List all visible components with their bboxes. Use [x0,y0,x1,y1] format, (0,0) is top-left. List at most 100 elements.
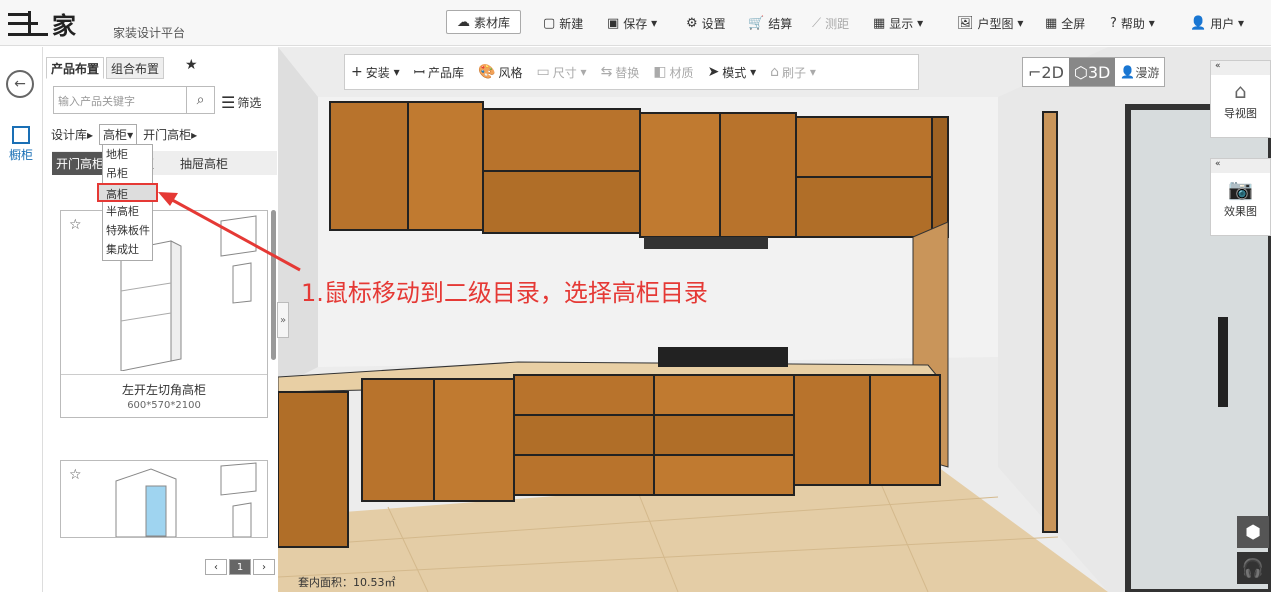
brush-button[interactable]: ⌂ 刷子 ▾ [770,64,816,81]
dropdown-item[interactable]: 吊柜 [103,164,152,183]
next-page-button[interactable]: › [253,559,275,575]
file-icon: ▢ [543,15,556,31]
ruler-icon: ⟋ [812,15,822,31]
new-button[interactable]: ▢ 新建 [543,12,583,34]
view-3d-button[interactable]: ⬡ 3D [1068,58,1116,86]
collapse-icon[interactable]: « [1211,61,1270,75]
product-name: 左开左切角高柜 [121,383,206,397]
material-icon: ◧ [653,64,667,80]
collapse-panel-button[interactable]: » [277,302,289,338]
size-button[interactable]: ▭ 尺寸 ▾ [536,64,586,81]
palette-icon: 🎨 [478,64,496,80]
subcat-door-tall[interactable]: 开门高柜 [52,151,109,175]
prev-page-button[interactable]: ‹ [205,559,227,575]
filter-button[interactable]: ☰ 筛选 [221,93,261,112]
floorplan-button[interactable]: 🖼 户型图 ▾ [957,12,1023,34]
chevron-down-icon: ▾ [647,16,658,30]
view-walk-button[interactable]: 👤 漫游 [1115,58,1164,86]
product-library-button[interactable]: ꟷ 产品库 [414,63,464,82]
nav-view-panel[interactable]: « ⌂ 导视图 [1210,60,1271,138]
top-toolbar: 家 家装设计平台 ☁ 素材库 ▢ 新建 ▣ 保存 ▾ ⚙ 设置 🛒 结算 ⟋ 测… [0,0,1271,46]
grid-icon: ▦ [873,15,886,31]
logo-mark-icon [8,7,48,39]
measure-label: 测距 [825,16,850,31]
replace-label: 替换 [615,65,640,80]
display-label: 显示 [889,16,914,31]
tall-cabinet-thumbnail-icon [115,462,257,537]
pagination: ‹ 1 › [205,559,277,575]
dropdown-item[interactable]: 半高柜 [103,202,152,221]
crumb-level3-label: 开门高柜 [143,128,192,142]
nav-view-label: 导视图 [1224,107,1257,120]
person-icon: 👤 [1120,65,1136,79]
back-button[interactable]: ← [6,70,34,98]
chevron-down-icon: ▾ [1013,16,1024,30]
crumb-level2-select[interactable]: 高柜▾ [99,124,138,145]
panel-scrollbar[interactable] [271,210,276,360]
cursor-icon: ➤ [707,64,720,80]
crumb-level3[interactable]: 开门高柜▸ [143,126,197,143]
search-icon: ⌕ [196,92,205,108]
floor-area-readout: 套内面积：10.53㎡ [298,576,396,589]
help-button[interactable]: ? 帮助 ▾ [1110,12,1155,34]
collapse-icon[interactable]: « [1211,159,1270,173]
style-button[interactable]: 🎨 风格 [478,64,522,81]
left-rail: ← 橱柜 [0,47,43,592]
square-icon: ⌐ [1028,62,1042,82]
fullscreen-label: 全屏 [1061,16,1086,31]
dropdown-item-selected[interactable]: 高柜 [97,183,158,202]
current-page[interactable]: 1 [229,559,251,575]
checkout-label: 结算 [768,16,793,31]
crumb-library[interactable]: 设计库▸ [51,126,93,143]
brush-icon: ⌂ [770,64,780,80]
install-button[interactable]: + 安装 ▾ [351,64,400,81]
tab-product-layout[interactable]: 产品布置 [46,57,105,79]
view-2d-button[interactable]: ⌐ 2D [1023,58,1069,86]
gear-icon: ⚙ [686,15,698,31]
product-card[interactable]: ☆ 左开左切角高柜 600*570*2100 [60,210,268,418]
settings-button[interactable]: ⚙ 设置 [686,12,726,34]
checkout-button[interactable]: 🛒 结算 [748,12,792,34]
dropdown-item[interactable]: 特殊板件 [103,221,152,240]
save-button[interactable]: ▣ 保存 ▾ [607,12,657,34]
render-panel[interactable]: « 📷 效果图 [1210,158,1271,236]
rail-cabinet-button[interactable]: 橱柜 [4,122,38,166]
subcategory-tabs: 开门高柜 高柜 抽屉高柜 [52,151,277,175]
material-button[interactable]: ◧ 材质 [653,64,693,81]
search-button[interactable]: ⌕ [187,86,215,114]
user-label: 用户 [1210,16,1235,31]
card-divider [61,374,267,375]
fullscreen-button[interactable]: ▦ 全屏 [1045,12,1085,34]
double-chevron-right-icon: » [279,314,287,326]
favorites-star-icon[interactable]: ★ [185,57,198,73]
replace-button[interactable]: ⇆ 替换 [601,64,640,81]
scene-toolbar: + 安装 ▾ ꟷ 产品库 🎨 风格 ▭ 尺寸 ▾ ⇆ 替换 ◧ 材质 ➤ 模式 ▾ ⌂ 刷子 ▾ [344,54,919,90]
display-button[interactable]: ▦ 显示 ▾ [873,12,923,34]
size-label: 尺寸 [552,65,577,80]
headset-icon[interactable]: 🎧 [1237,552,1269,584]
kitchen-3d-scene [278,47,1271,592]
user-button[interactable]: 👤 用户 ▾ [1190,12,1244,34]
chevron-down-icon: ▾ [913,16,924,30]
tab-combo-layout[interactable]: 组合布置 [106,57,165,79]
user-icon: 👤 [1190,15,1207,31]
product-library-label: 产品库 [428,65,465,80]
crumb-library-label: 设计库 [51,128,88,142]
chair-icon: ꟷ [413,64,425,81]
dropdown-item[interactable]: 集成灶 [103,240,152,259]
list-icon: ☰ [221,93,236,112]
product-card[interactable]: ☆ [60,460,268,538]
cube-tool-icon[interactable]: ⬢ [1237,516,1269,548]
view-mode-switcher: ⌐ 2D ⬡ 3D 👤 漫游 [1022,57,1166,87]
subcat-drawer-tall[interactable]: 抽屉高柜 [176,152,232,175]
rail-cabinet-label: 橱柜 [8,148,33,162]
mode-button[interactable]: ➤ 模式 ▾ [708,64,757,81]
view-2d-label: 2D [1041,62,1064,82]
material-library-button[interactable]: ☁ 素材库 [446,10,522,34]
search-input[interactable]: 输入产品关键字 [53,86,187,114]
mode-label: 模式 [722,65,747,80]
measure-button[interactable]: ⟋ 测距 [812,12,849,34]
design-viewport[interactable] [278,47,1271,592]
cloud-icon: ☁ [457,14,470,30]
dropdown-item[interactable]: 地柜 [103,145,152,164]
